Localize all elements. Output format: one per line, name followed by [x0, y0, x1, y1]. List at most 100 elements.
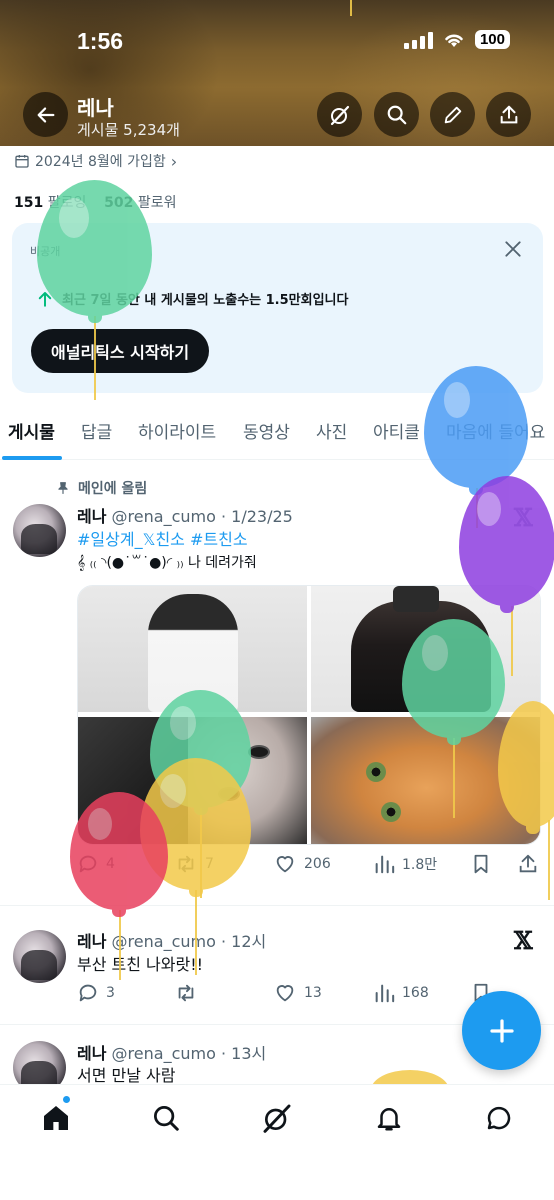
- author-meta[interactable]: @rena_cumo · 12시: [112, 932, 267, 951]
- post-header: 레나 @rena_cumo · 1/23/25: [77, 503, 293, 527]
- author-name[interactable]: 레나: [77, 507, 106, 526]
- author-name[interactable]: 레나: [77, 1044, 106, 1063]
- joined-text: 2024년 8월에 가입함: [35, 154, 166, 170]
- author-meta[interactable]: @rena_cumo · 1/23/25: [112, 507, 293, 526]
- post-text: 부산 트친 나와랏!!: [77, 955, 204, 974]
- balloon-string: [119, 910, 121, 980]
- views-icon: [375, 855, 395, 874]
- like-count: 13: [304, 985, 322, 1001]
- bell-icon: [377, 1108, 401, 1131]
- bookmark-button[interactable]: [470, 853, 492, 875]
- view-count: 168: [402, 985, 429, 1001]
- pinned-text: 메인에 올림: [78, 481, 148, 497]
- status-time: 1:56: [77, 28, 124, 54]
- eye-shape: [248, 745, 270, 759]
- joined-date[interactable]: 2024년 8월에 가입함 ›: [14, 151, 177, 171]
- balloon-string: [350, 0, 352, 16]
- like-count: 206: [304, 856, 331, 872]
- balloon: [37, 180, 152, 316]
- chat-bubble-icon: [487, 1106, 511, 1130]
- like-button[interactable]: 206: [273, 853, 331, 875]
- avatar[interactable]: [13, 930, 66, 983]
- balloon-string: [548, 820, 550, 900]
- avatar[interactable]: [13, 504, 66, 557]
- tab-posts[interactable]: 게시물: [8, 418, 55, 443]
- cat-eye-shape: [366, 762, 386, 782]
- active-tab-indicator: [2, 456, 62, 460]
- post-text: 𝄞 ₍₍ ◝(●˙꒳˙●)◜ ₎₎ 나 데려가줘: [77, 555, 257, 571]
- post-header: 레나 @rena_cumo · 12시: [77, 928, 266, 952]
- search-icon: [387, 105, 406, 124]
- grok-button[interactable]: [317, 92, 362, 137]
- followers-label[interactable]: 팔로워: [138, 195, 177, 211]
- pin-icon: [58, 482, 68, 494]
- pinned-label: 메인에 올림: [56, 478, 147, 498]
- author-meta[interactable]: @rena_cumo · 13시: [112, 1044, 267, 1063]
- share-icon: [500, 105, 517, 123]
- search-button[interactable]: [374, 92, 419, 137]
- x-logo-icon: 𝕏: [514, 926, 533, 955]
- start-analytics-button[interactable]: 애널리틱스 시작하기: [31, 329, 210, 373]
- wifi-icon: [445, 34, 463, 47]
- profile-name: 레나: [77, 96, 114, 120]
- balloon-string: [195, 890, 197, 975]
- post-header: 레나 @rena_cumo · 13시: [77, 1040, 266, 1064]
- tab-photos[interactable]: 사진: [316, 418, 347, 443]
- nav-grok[interactable]: [257, 1101, 297, 1135]
- compose-button[interactable]: [462, 991, 541, 1070]
- close-button[interactable]: [503, 239, 523, 263]
- nav-home[interactable]: [36, 1101, 76, 1135]
- post-hashtags[interactable]: #일상계_𝕏친소 #트친소: [77, 526, 248, 550]
- battery-indicator: 100: [474, 30, 510, 49]
- back-button[interactable]: [23, 92, 68, 137]
- balloon: [424, 366, 528, 488]
- close-icon: [505, 241, 521, 257]
- views-button[interactable]: 1.8만: [373, 853, 437, 875]
- plus-icon: [489, 1018, 514, 1043]
- views-button[interactable]: 168: [373, 982, 429, 1004]
- tab-replies[interactable]: 답글: [81, 418, 112, 443]
- share-button[interactable]: [486, 92, 531, 137]
- search-icon: [154, 1106, 179, 1131]
- grok-icon: [330, 105, 349, 125]
- post-count: 게시물 5,234개: [77, 121, 180, 139]
- reply-count: 3: [106, 985, 115, 1001]
- balloon-string: [94, 316, 96, 400]
- nav-search[interactable]: [146, 1101, 186, 1135]
- share-icon: [519, 854, 537, 873]
- following-count[interactable]: 151: [14, 195, 43, 211]
- post-text: 서면 만날 사람: [77, 1066, 176, 1085]
- heart-icon: [276, 985, 294, 1002]
- balloon-string: [511, 606, 513, 676]
- nav-notifications[interactable]: [369, 1101, 409, 1135]
- pencil-icon: [444, 106, 461, 123]
- nav-messages[interactable]: [479, 1101, 519, 1135]
- arrow-left-icon: [37, 106, 54, 123]
- tab-highlights[interactable]: 하이라이트: [138, 418, 216, 443]
- edit-button[interactable]: [430, 92, 475, 137]
- calendar-icon: [15, 155, 29, 168]
- post-divider: [0, 905, 554, 906]
- bookmark-icon: [474, 854, 488, 874]
- view-count: 1.8만: [402, 857, 438, 873]
- status-icons: 100: [403, 30, 510, 49]
- camera-shape: [393, 586, 439, 612]
- cat-eye-shape: [381, 802, 401, 822]
- repost-button[interactable]: [174, 982, 205, 1004]
- reply-button[interactable]: 3: [77, 982, 115, 1004]
- repost-icon: [178, 984, 194, 1002]
- balloon: [402, 619, 505, 738]
- tab-articles[interactable]: 아티클: [373, 418, 420, 443]
- balloon-string: [453, 738, 455, 818]
- balloon: [459, 476, 554, 606]
- share-post-button[interactable]: [517, 853, 539, 875]
- tab-videos[interactable]: 동영상: [243, 418, 290, 443]
- balloon: [70, 792, 168, 910]
- chevron-right-icon: ›: [170, 151, 178, 171]
- notification-dot: [62, 1095, 71, 1104]
- views-icon: [375, 984, 395, 1003]
- author-name[interactable]: 레나: [77, 932, 106, 951]
- heart-icon: [276, 856, 294, 873]
- like-button[interactable]: 13: [273, 982, 322, 1004]
- home-icon: [44, 1106, 68, 1130]
